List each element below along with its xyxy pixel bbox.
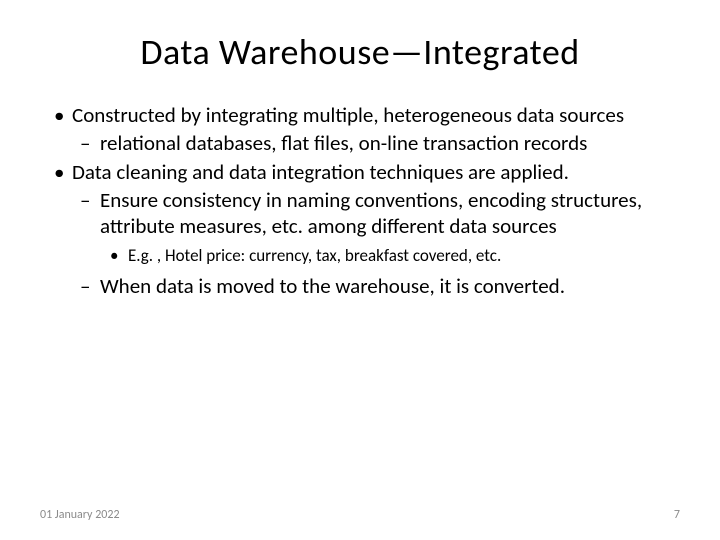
bullet-item: E.g. , Hotel price: currency, tax, break… [50,245,680,267]
slide: Data Warehouse—Integrated Constructed by… [0,0,720,540]
bullet-item: Data cleaning and data integration techn… [50,159,680,185]
slide-content: Constructed by integrating multiple, het… [40,102,680,300]
bullet-item: When data is moved to the warehouse, it … [50,273,680,299]
footer-page-number: 7 [674,508,680,522]
slide-title: Data Warehouse—Integrated [40,30,680,74]
bullet-item: Constructed by integrating multiple, het… [50,102,680,128]
slide-footer: 01 January 2022 7 [40,508,680,522]
bullet-item: Ensure consistency in naming conventions… [50,187,680,240]
bullet-item: relational databases, flat files, on-lin… [50,130,680,156]
footer-date: 01 January 2022 [40,508,120,522]
